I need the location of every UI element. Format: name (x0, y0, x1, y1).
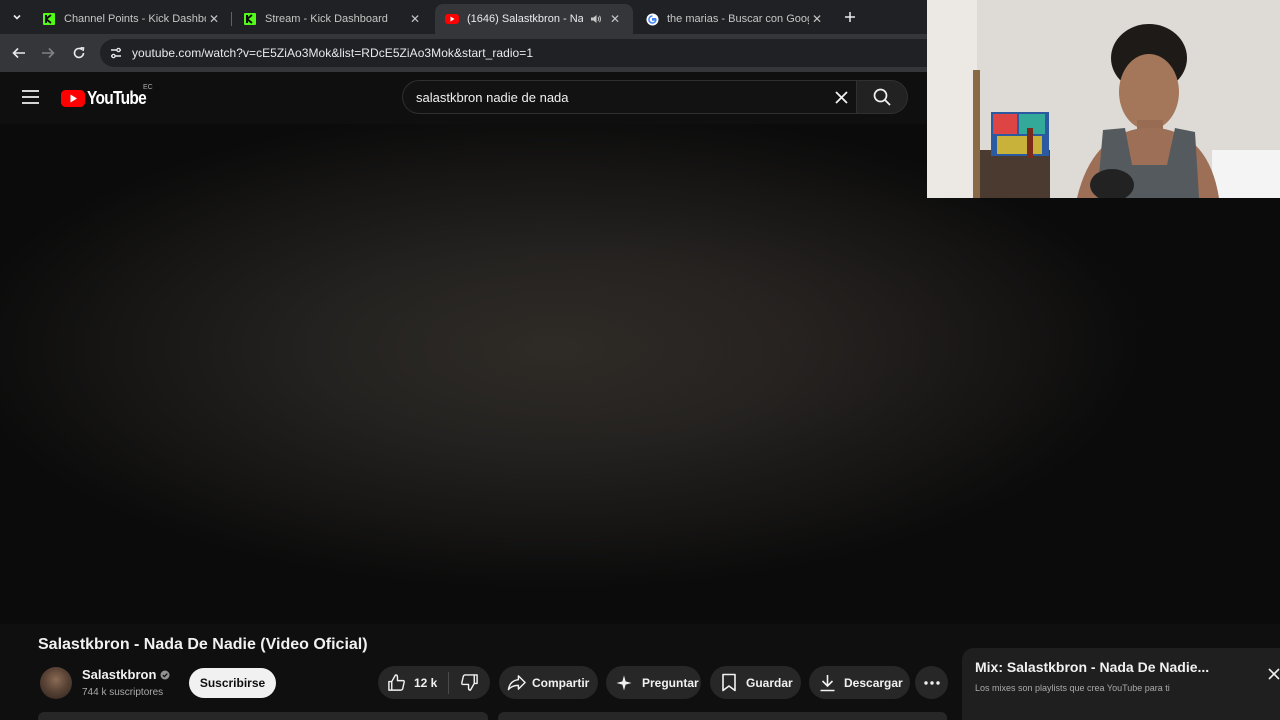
sparkle-icon (616, 675, 632, 691)
browser-tab-stream[interactable]: Stream - Kick Dashboard ✕ (233, 4, 433, 34)
like-count: 12 k (414, 675, 438, 690)
video-frame-overlay (0, 124, 1280, 624)
forward-arrow-icon[interactable] (39, 44, 57, 62)
dislike-button[interactable] (449, 666, 490, 699)
video-title: Salastkbron - Nada De Nadie (Video Ofici… (38, 636, 368, 653)
webcam-image (927, 0, 1280, 198)
save-button[interactable]: Guardar (710, 666, 801, 699)
kick-icon (243, 12, 257, 26)
share-label: Compartir (532, 675, 590, 690)
mix-close-icon[interactable] (1268, 668, 1280, 682)
mix-playlist-panel[interactable]: Mix: Salastkbron - Nada De Nadie... Los … (962, 648, 1280, 720)
tab-close-icon[interactable]: ✕ (809, 12, 825, 26)
tab-title: (1646) Salastkbron - Nada De Nadie (467, 13, 583, 25)
browser-tab-channel-points[interactable]: Channel Points - Kick Dashboard ✕ (32, 4, 232, 34)
ask-button[interactable]: Preguntar (606, 666, 701, 699)
back-arrow-icon[interactable] (10, 44, 28, 62)
tab-title: Channel Points - Kick Dashboard (64, 13, 206, 25)
tab-close-icon[interactable]: ✕ (407, 12, 423, 26)
new-tab-icon[interactable] (841, 8, 859, 26)
search-input[interactable]: salastkbron nadie de nada (402, 80, 856, 114)
youtube-logo[interactable]: YouTube EC (61, 84, 156, 109)
google-icon (645, 12, 659, 26)
youtube-icon (445, 12, 459, 26)
search-button[interactable] (856, 80, 908, 114)
subscriber-count: 744 k suscriptores (82, 687, 164, 698)
webcam-overlay (927, 0, 1280, 198)
download-button[interactable]: Descargar (809, 666, 910, 699)
audio-playing-icon[interactable] (589, 12, 603, 26)
kick-icon (42, 12, 56, 26)
region-code: EC (143, 84, 153, 91)
subscribe-button[interactable]: Suscribirse (189, 668, 276, 698)
browser-tab-youtube[interactable]: (1646) Salastkbron - Nada De Nadie ✕ (435, 4, 633, 34)
browser-tab-strip: Channel Points - Kick Dashboard ✕ Stream… (0, 0, 927, 34)
search-icon (873, 88, 891, 106)
save-label: Guardar (746, 675, 793, 690)
youtube-logo-icon (61, 90, 85, 107)
verified-badge-icon (160, 670, 170, 680)
clear-search-icon[interactable] (835, 91, 848, 104)
tab-title: the marias - Buscar con Google (667, 13, 809, 25)
more-horizontal-icon (923, 680, 940, 685)
search-query-text: salastkbron nadie de nada (416, 89, 569, 105)
description-box[interactable] (38, 712, 488, 720)
browser-toolbar: youtube.com/watch?v=cE5ZiAo3Mok&list=RDc… (0, 34, 940, 72)
ask-label: Preguntar (642, 675, 699, 690)
like-dislike-group: 12 k (378, 666, 490, 699)
bookmark-icon (721, 673, 737, 692)
channel-avatar[interactable] (40, 667, 72, 699)
thumbs-down-icon (460, 673, 479, 692)
download-label: Descargar (844, 675, 903, 690)
address-bar[interactable]: youtube.com/watch?v=cE5ZiAo3Mok&list=RDc… (100, 39, 940, 67)
mix-title[interactable]: Mix: Salastkbron - Nada De Nadie... (975, 659, 1209, 675)
channel-name-row[interactable]: Salastkbron (82, 667, 170, 682)
channel-name[interactable]: Salastkbron (82, 667, 156, 682)
like-button[interactable]: 12 k (378, 666, 448, 699)
tab-separator (231, 12, 232, 26)
browser-tab-google[interactable]: the marias - Buscar con Google ✕ (635, 4, 835, 34)
tab-close-icon[interactable]: ✕ (607, 12, 623, 26)
download-icon (819, 674, 836, 692)
share-icon (507, 673, 526, 692)
tab-close-icon[interactable]: ✕ (206, 12, 222, 26)
thumbs-up-icon (387, 673, 406, 692)
youtube-logo-text: YouTube (87, 88, 147, 108)
url-text: youtube.com/watch?v=cE5ZiAo3Mok&list=RDc… (132, 46, 534, 60)
comments-box[interactable] (498, 712, 947, 720)
share-button[interactable]: Compartir (499, 666, 598, 699)
reload-icon[interactable] (70, 44, 88, 62)
tab-search-chevron-icon[interactable] (8, 8, 26, 26)
more-actions-button[interactable] (915, 666, 948, 699)
tab-title: Stream - Kick Dashboard (265, 13, 388, 25)
mix-subtitle: Los mixes son playlists que crea YouTube… (975, 683, 1170, 693)
hamburger-menu-icon[interactable] (22, 90, 39, 104)
site-settings-icon[interactable] (109, 46, 123, 60)
